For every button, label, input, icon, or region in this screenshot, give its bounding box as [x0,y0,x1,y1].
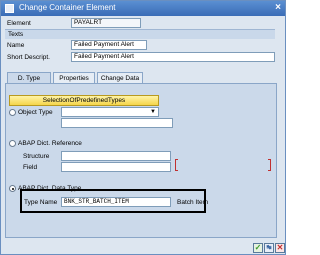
element-field[interactable]: PAYALRT [71,18,141,28]
object-type-radio[interactable] [9,109,16,116]
required-marker-left [175,159,178,171]
change-container-element-dialog: Change Container Element × Element PAYAL… [0,0,286,255]
cancel-x-icon[interactable]: ✕ [275,243,285,253]
abap-dict-reference-radio[interactable] [9,140,16,147]
structure-label: Structure [23,153,50,160]
name-field[interactable]: Failed Payment Alert [71,40,147,50]
short-description-field[interactable]: Failed Payment Alert [71,52,275,62]
ok-check-icon[interactable]: ✓ [253,243,263,253]
selection-predefined-types-button[interactable]: SelectionOfPredefinedTypes [9,95,159,106]
abap-dict-reference-label: ABAP Dict. Reference [18,140,82,147]
field-input[interactable] [61,162,171,172]
object-type-dropdown[interactable] [61,107,159,117]
object-type-label: Object Type [18,109,53,116]
structure-field[interactable] [61,151,171,161]
annotation-highlight-box [20,189,206,213]
close-icon[interactable]: × [275,2,281,14]
element-label: Element [7,20,31,27]
window-app-icon [5,4,14,13]
chevron-down-icon[interactable]: ▼ [148,108,158,116]
short-description-label: Short Descript. [7,54,50,61]
transfer-icon[interactable]: ↹ [264,243,274,253]
texts-section-header: Texts [5,29,275,39]
field-label: Field [23,164,38,171]
abap-dict-data-type-radio[interactable] [9,185,16,192]
required-marker-right [268,159,271,171]
object-type-subfield[interactable] [61,118,173,128]
window-title: Change Container Element [19,3,116,12]
name-label: Name [7,42,25,49]
title-bar: Change Container Element × [1,1,285,16]
